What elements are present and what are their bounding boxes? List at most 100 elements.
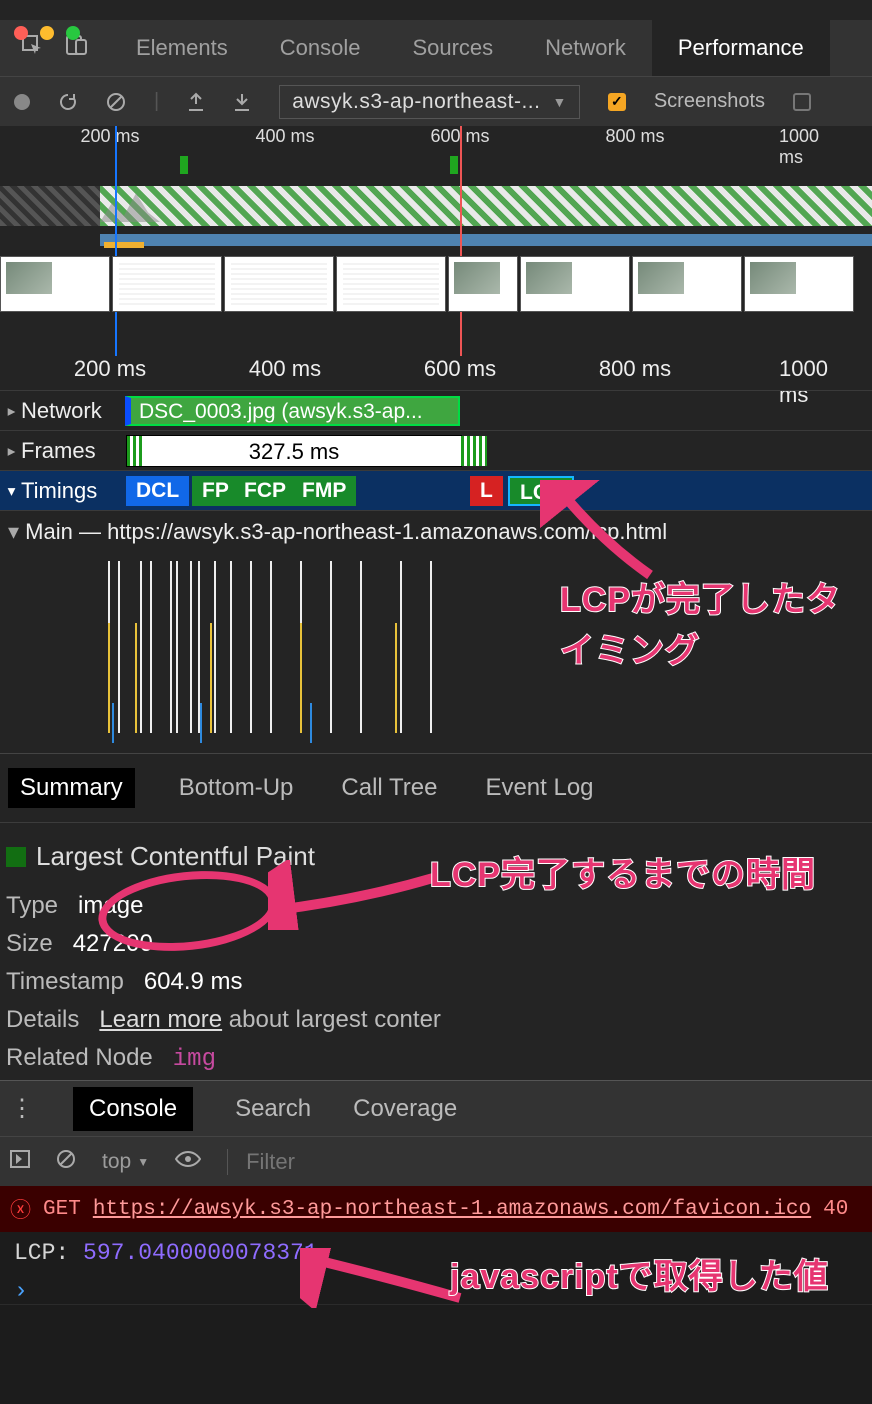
log-value: 597.0400000078371 — [83, 1240, 318, 1266]
console-filter-input[interactable] — [227, 1149, 487, 1175]
drawer-tab-console[interactable]: Console — [73, 1087, 193, 1131]
filmstrip-thumb[interactable] — [336, 256, 446, 312]
track-label: Network — [21, 398, 102, 423]
tab-elements[interactable]: Elements — [110, 20, 254, 76]
track-label: Frames — [21, 438, 96, 463]
screenshots-checkbox[interactable]: ✓ — [608, 93, 626, 111]
frame-duration-label: 327.5 ms — [249, 439, 340, 464]
network-request-bar[interactable]: DSC_0003.jpg (awsyk.s3-ap... — [125, 396, 460, 426]
track-timings[interactable]: ▾Timings DCL FP FCP FMP L LCP — [0, 470, 872, 510]
devtools-main-tabs: Elements Console Sources Network Perform… — [0, 20, 872, 76]
annotation-js-value: javascriptで取得した値 — [450, 1252, 850, 1303]
tick-label: 1000 ms — [779, 126, 841, 168]
tab-event-log[interactable]: Event Log — [481, 768, 597, 808]
tab-call-tree[interactable]: Call Tree — [337, 768, 441, 808]
tick-label: 200 ms — [74, 356, 146, 382]
filmstrip-thumb[interactable] — [744, 256, 854, 312]
context-label: top — [102, 1150, 131, 1174]
detail-type-label: Type — [6, 892, 58, 919]
tab-summary[interactable]: Summary — [8, 768, 135, 808]
filmstrip-thumb[interactable] — [632, 256, 742, 312]
drawer-menu-icon[interactable]: ⋮ — [10, 1094, 31, 1123]
detail-timestamp-value: 604.9 ms — [144, 968, 243, 995]
event-color-swatch — [6, 847, 26, 867]
timing-marker-fmp[interactable]: FMP — [292, 476, 356, 506]
memory-checkbox[interactable] — [793, 93, 811, 111]
detail-tabs: Summary Bottom-Up Call Tree Event Log — [0, 753, 872, 822]
drawer-tab-coverage[interactable]: Coverage — [353, 1095, 457, 1123]
chevron-down-icon: ▼ — [137, 1155, 149, 1169]
tick-label: 400 ms — [249, 356, 321, 382]
tab-bottom-up[interactable]: Bottom-Up — [175, 768, 298, 808]
reload-record-icon[interactable] — [58, 92, 78, 112]
recording-select-label: awsyk.s3-ap-northeast-... — [292, 90, 540, 114]
annotation-lcp-timing: LCPが完了したタイミング — [560, 575, 860, 677]
fullscreen-window-icon[interactable] — [66, 26, 80, 40]
error-url-link[interactable]: https://awsyk.s3-ap-northeast-1.amazonaw… — [93, 1198, 811, 1221]
detail-details-rest: about largest conter — [229, 1006, 441, 1033]
chevron-down-icon: ▼ — [552, 94, 566, 110]
track-main-header[interactable]: ▾ Main — https://awsyk.s3-ap-northeast-1… — [0, 510, 872, 553]
close-window-icon[interactable] — [14, 26, 28, 40]
timing-marker-fcp[interactable]: FCP — [234, 476, 296, 506]
filmstrip-thumb[interactable] — [520, 256, 630, 312]
filmstrip-thumb[interactable] — [0, 256, 110, 312]
filmstrip-thumb[interactable] — [448, 256, 518, 312]
overview-marker-load — [460, 126, 462, 356]
record-button[interactable] — [14, 94, 30, 110]
track-network[interactable]: ▸Network DSC_0003.jpg (awsyk.s3-ap... — [0, 390, 872, 430]
timing-marker-load[interactable]: L — [470, 476, 503, 506]
detail-related-label: Related Node — [6, 1044, 153, 1071]
drawer-tab-search[interactable]: Search — [235, 1095, 311, 1123]
clear-console-icon[interactable] — [56, 1149, 76, 1175]
window-controls — [14, 26, 80, 40]
drawer-tabs: ⋮ Console Search Coverage — [0, 1080, 872, 1136]
error-method: GET — [43, 1198, 81, 1221]
minimize-window-icon[interactable] — [40, 26, 54, 40]
performance-toolbar: | awsyk.s3-ap-northeast-... ▼ ✓ Screensh… — [0, 76, 872, 126]
console-error-entry[interactable]: ⓧ GET https://awsyk.s3-ap-northeast-1.am… — [0, 1186, 872, 1232]
flame-ticks: 200 ms 400 ms 600 ms 800 ms 1000 ms — [0, 356, 872, 390]
tick-label: 400 ms — [255, 126, 314, 147]
error-icon: ⓧ — [10, 1194, 31, 1224]
track-frames[interactable]: ▸Frames 327.5 ms — [0, 430, 872, 470]
execution-context-select[interactable]: top ▼ — [102, 1150, 149, 1174]
frame-duration-bar[interactable]: 327.5 ms — [126, 435, 462, 467]
track-label: Timings — [21, 478, 97, 503]
timing-marker-dcl[interactable]: DCL — [126, 476, 189, 506]
tick-label: 600 ms — [424, 356, 496, 382]
error-status-code: 40 — [823, 1198, 848, 1221]
detail-details-label: Details — [6, 1006, 79, 1033]
related-node-link[interactable]: img — [173, 1046, 216, 1073]
console-drawer: ⋮ Console Search Coverage top ▼ ⓧ GET ht… — [0, 1080, 872, 1404]
overview-marker-dcl — [115, 126, 117, 356]
tab-sources[interactable]: Sources — [386, 20, 519, 76]
timing-marker-lcp[interactable]: LCP — [508, 476, 574, 506]
recording-select[interactable]: awsyk.s3-ap-northeast-... ▼ — [279, 85, 580, 119]
console-toolbar: top ▼ — [0, 1136, 872, 1186]
screenshots-label: Screenshots — [654, 90, 765, 113]
timing-marker-fp[interactable]: FP — [192, 476, 239, 506]
eye-icon[interactable] — [175, 1150, 201, 1174]
tab-network[interactable]: Network — [519, 20, 652, 76]
overview-activity-band — [100, 186, 872, 226]
tick-label: 200 ms — [80, 126, 139, 147]
tab-console[interactable]: Console — [254, 20, 387, 76]
tick-label: 800 ms — [605, 126, 664, 147]
tab-performance[interactable]: Performance — [652, 20, 830, 76]
filmstrip-thumb[interactable] — [112, 256, 222, 312]
timeline-overview[interactable]: 200 ms 400 ms 600 ms 800 ms 1000 ms — [0, 126, 872, 356]
save-profile-icon[interactable] — [233, 92, 251, 112]
filmstrip-thumb[interactable] — [224, 256, 334, 312]
screenshot-filmstrip[interactable] — [0, 256, 872, 314]
log-label: LCP: — [14, 1240, 83, 1266]
learn-more-link[interactable]: Learn more — [99, 1006, 222, 1033]
annotation-lcp-duration: LCP完了するまでの時間 — [430, 850, 850, 901]
detail-size-label: Size — [6, 930, 53, 957]
overview-ticks: 200 ms 400 ms 600 ms 800 ms 1000 ms — [0, 126, 872, 152]
detail-timestamp-label: Timestamp — [6, 968, 124, 995]
load-profile-icon[interactable] — [187, 92, 205, 112]
clear-icon[interactable] — [106, 92, 126, 112]
main-track-label: Main — https://awsyk.s3-ap-northeast-1.a… — [25, 519, 667, 544]
console-sidebar-toggle-icon[interactable] — [10, 1150, 30, 1174]
